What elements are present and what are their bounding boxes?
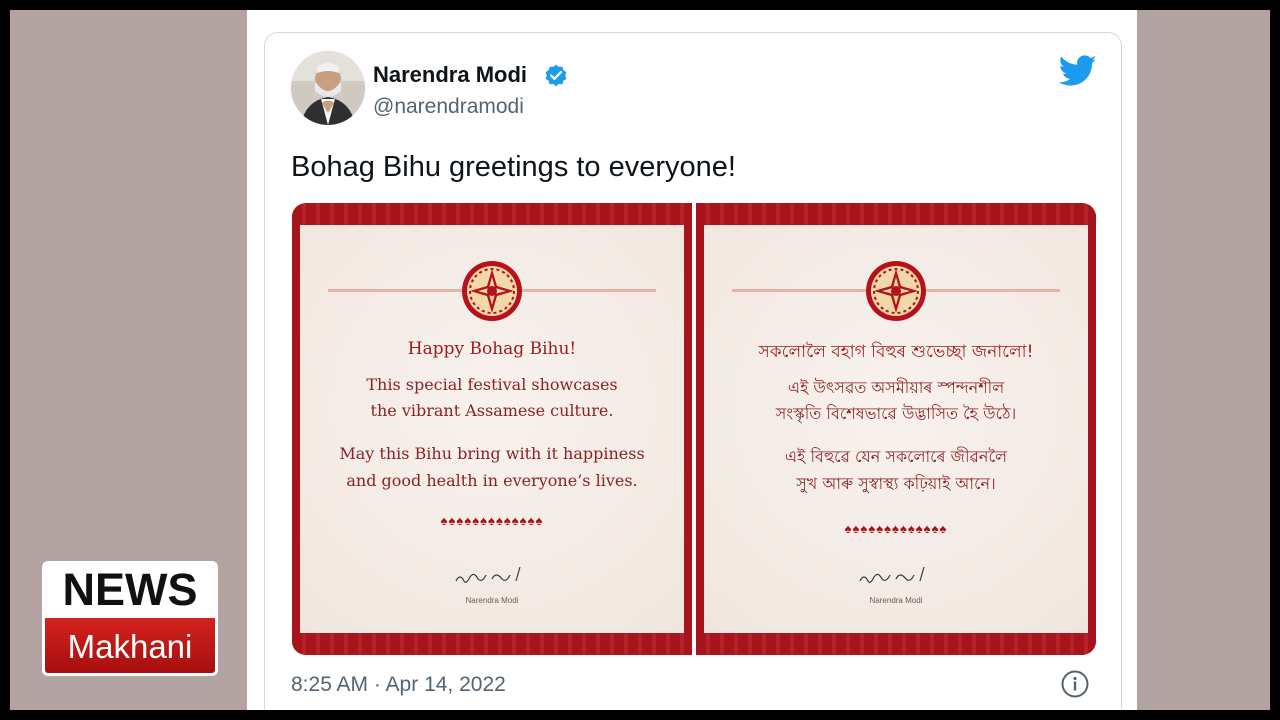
info-icon[interactable] — [1060, 669, 1090, 699]
avatar[interactable] — [291, 51, 365, 125]
avatar-portrait — [291, 51, 365, 125]
card-border-top — [292, 203, 692, 225]
card-border-bottom — [696, 633, 1096, 655]
divider-line — [328, 289, 464, 292]
lotus-border-row: ♠♠♠♠♠♠♠♠♠♠♠♠♠ — [844, 521, 948, 536]
card-line: এই উৎসৱত অসমীয়াৰ স্পন্দনশীল — [787, 378, 1005, 397]
card-border-left — [292, 203, 300, 655]
tweet-timestamp[interactable]: 8:25 AM · Apr 14, 2022 — [291, 673, 506, 697]
card-border-top — [696, 203, 1096, 225]
signatory-name: Narendra Modi — [869, 596, 923, 605]
bihu-emblem-icon — [866, 261, 926, 321]
author-name[interactable]: Narendra Modi — [373, 62, 527, 88]
divider-line — [520, 289, 656, 292]
card-line: May this Bihu bring with it happiness — [339, 444, 645, 463]
divider-line — [924, 289, 1060, 292]
bihu-emblem-icon — [462, 261, 522, 321]
signature-icon — [455, 566, 521, 583]
card-title: সকলোলৈ বহাগ বিহুৰ শুভেচ্ছা জনালো! — [758, 342, 1034, 362]
verified-badge-icon — [545, 64, 567, 87]
author-handle[interactable]: @narendramodi — [373, 95, 524, 119]
tweet-media[interactable]: Happy Bohag Bihu! This special festival … — [292, 203, 1096, 655]
greeting-card-english[interactable]: Happy Bohag Bihu! This special festival … — [292, 203, 692, 655]
tweet-card[interactable]: Narendra Modi @narendramodi Bohag Bihu g… — [264, 32, 1122, 710]
card-line: এই বিহুৱে যেন সকলোৰে জীৱনলৈ — [784, 447, 1008, 466]
lotus-border-row: ♠♠♠♠♠♠♠♠♠♠♠♠♠ — [440, 513, 544, 528]
logo-makhani-text: Makhani — [42, 618, 218, 676]
tweet-text: Bohag Bihu greetings to everyone! — [291, 151, 736, 183]
card-border-left — [696, 203, 704, 655]
page-panel: Narendra Modi @narendramodi Bohag Bihu g… — [247, 10, 1137, 710]
card-line: the vibrant Assamese culture. — [370, 401, 614, 420]
signatory-name: Narendra Modi — [465, 596, 519, 605]
signature-icon — [859, 566, 925, 583]
news-makhani-logo: NEWS Makhani — [42, 561, 218, 679]
card-line: and good health in everyone’s lives. — [346, 471, 638, 490]
logo-news-text: NEWS — [42, 561, 218, 618]
divider-line — [732, 289, 868, 292]
greeting-card-assamese[interactable]: সকলোলৈ বহাগ বিহুৰ শুভেচ্ছা জনালো! এই উৎস… — [696, 203, 1096, 655]
card-line: সুখ আৰু সুস্বাস্থ্য কঢ়িয়াই আনে। — [796, 474, 996, 493]
video-frame: Narendra Modi @narendramodi Bohag Bihu g… — [10, 10, 1270, 710]
card-border-right — [1088, 203, 1096, 655]
card-line: This special festival showcases — [366, 375, 618, 394]
card-border-bottom — [292, 633, 692, 655]
card-line: সংস্কৃতি বিশেষভাৱে উদ্ভাসিত হৈ উঠে। — [775, 404, 1017, 423]
twitter-bird-icon[interactable] — [1059, 55, 1097, 87]
card-title: Happy Bohag Bihu! — [407, 339, 577, 359]
card-border-right — [684, 203, 692, 655]
